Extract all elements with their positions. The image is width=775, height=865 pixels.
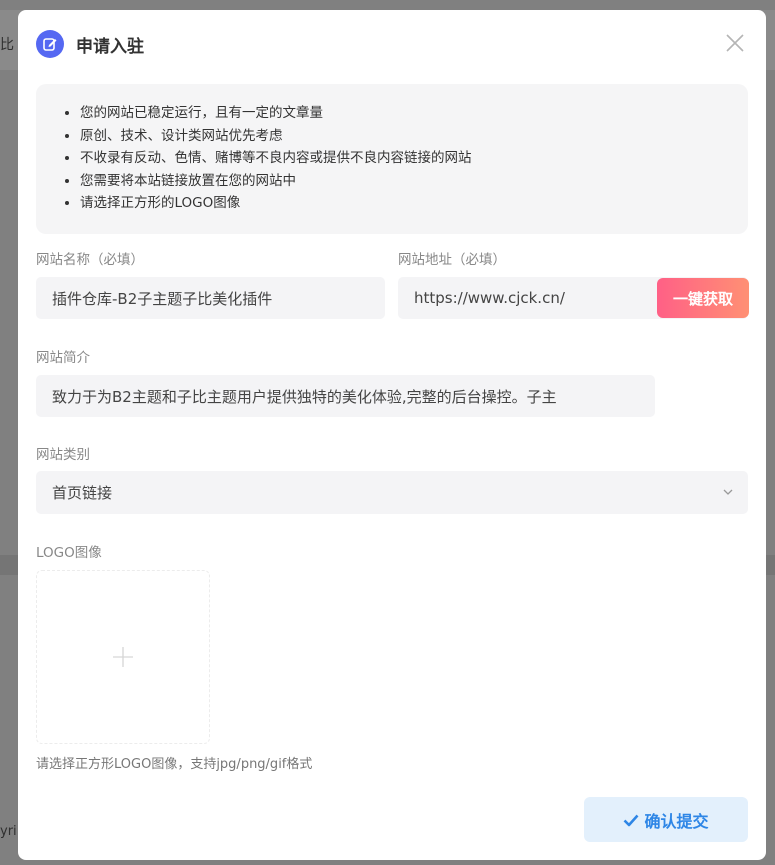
dialog-title: 申请入驻	[76, 36, 144, 57]
chevron-down-icon	[723, 489, 733, 495]
site-category-label: 网站类别	[36, 447, 90, 463]
site-name-label: 网站名称（必填）	[36, 252, 144, 268]
background-text-top: 比	[0, 37, 14, 53]
edit-icon	[36, 30, 64, 58]
check-icon	[624, 814, 639, 826]
notice-item: 您的网站已稳定运行，且有一定的文章量	[80, 102, 728, 125]
site-name-value: 插件仓库-B2子主题子比美化插件	[52, 289, 273, 308]
site-name-input[interactable]: 插件仓库-B2子主题子比美化插件	[36, 277, 385, 319]
close-button[interactable]	[724, 32, 746, 54]
logo-label: LOGO图像	[36, 545, 102, 561]
logo-upload[interactable]	[36, 570, 210, 744]
site-category-select[interactable]: 首页链接	[36, 471, 748, 514]
requirements-list: 您的网站已稳定运行，且有一定的文章量原创、技术、设计类网站优先考虑不收录有反动、…	[60, 102, 728, 215]
notice-item: 原创、技术、设计类网站优先考虑	[80, 125, 728, 148]
submit-button-label: 确认提交	[644, 811, 709, 831]
apply-dialog: 申请入驻 您的网站已稳定运行，且有一定的文章量原创、技术、设计类网站优先考虑不收…	[18, 10, 766, 860]
site-desc-label: 网站简介	[36, 350, 90, 366]
submit-button[interactable]: 确认提交	[584, 797, 748, 842]
plus-icon	[113, 647, 133, 667]
site-url-value: https://www.cjck.cn/	[414, 289, 565, 307]
site-category-value: 首页链接	[52, 484, 113, 502]
site-desc-input[interactable]: 致力于为B2主题和子比主题用户提供独特的美化体验,完整的后台操控。子主	[36, 375, 655, 417]
requirements-notice: 您的网站已稳定运行，且有一定的文章量原创、技术、设计类网站优先考虑不收录有反动、…	[36, 84, 748, 234]
logo-hint: 请选择正方形LOGO图像，支持jpg/png/gif格式	[36, 757, 313, 772]
dialog-header: 申请入驻	[36, 30, 144, 58]
fetch-button[interactable]: 一键获取	[657, 278, 749, 318]
notice-item: 不收录有反动、色情、赌博等不良内容或提供不良内容链接的网站	[80, 147, 728, 170]
close-icon	[726, 34, 744, 52]
notice-item: 请选择正方形的LOGO图像	[80, 192, 728, 215]
site-url-label: 网站地址（必填）	[398, 252, 506, 268]
notice-item: 您需要将本站链接放置在您的网站中	[80, 170, 728, 193]
background-text-bottom: yri	[0, 824, 17, 839]
site-desc-value: 致力于为B2主题和子比主题用户提供独特的美化体验,完整的后台操控。子主	[52, 387, 557, 406]
